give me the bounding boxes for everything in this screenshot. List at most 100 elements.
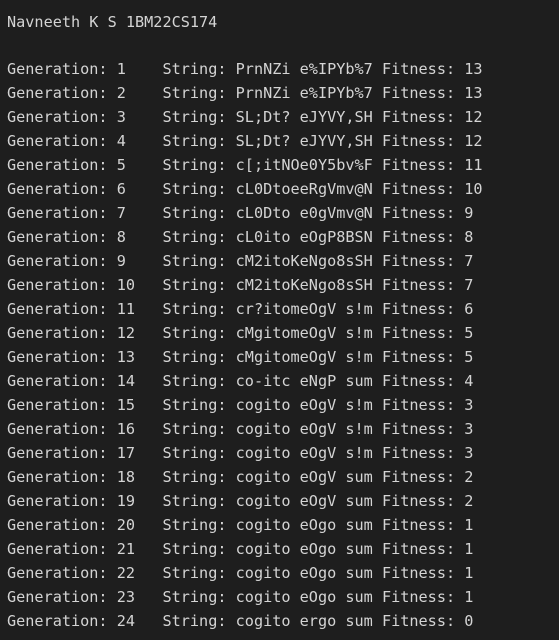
generation-value: 18: [116, 468, 154, 486]
separator: [108, 564, 117, 582]
fitness-value: 2: [464, 468, 474, 486]
fitness-label: Fitness:: [381, 516, 456, 534]
generation-label: Generation:: [7, 612, 108, 630]
separator: [108, 228, 117, 246]
separator: [373, 60, 382, 78]
separator: [373, 516, 382, 534]
fitness-label: Fitness:: [381, 84, 456, 102]
string-value: cogito eOgV sum: [235, 468, 373, 486]
separator: [373, 132, 382, 150]
separator: [455, 588, 464, 606]
string-value: cogito eOgo sum: [235, 564, 373, 582]
fitness-label: Fitness:: [381, 396, 456, 414]
generation-value: 13: [116, 348, 154, 366]
string-label: String:: [162, 540, 227, 558]
string-label: String:: [162, 372, 227, 390]
generation-label: Generation:: [7, 420, 108, 438]
separator: [108, 300, 117, 318]
fitness-label: Fitness:: [381, 108, 456, 126]
log-line: Generation: 19 String: cogito eOgV sum F…: [7, 489, 559, 513]
generation-value: 14: [116, 372, 154, 390]
string-value: cM2itoKeNgo8sSH: [235, 252, 373, 270]
fitness-value: 1: [464, 516, 474, 534]
separator: [455, 540, 464, 558]
string-label: String:: [162, 108, 227, 126]
string-value: cogito eOgV sum: [235, 492, 373, 510]
generation-value: 3: [116, 108, 154, 126]
log-line: Generation: 2 String: PrnNZi e%IPYb%7 Fi…: [7, 81, 559, 105]
separator: [455, 252, 464, 270]
separator: [227, 84, 236, 102]
console-header: Navneeth K S 1BM22CS174: [7, 13, 218, 31]
log-line: Generation: 21 String: cogito eOgo sum F…: [7, 537, 559, 561]
string-label: String:: [162, 132, 227, 150]
fitness-value: 7: [464, 276, 474, 294]
separator: [373, 468, 382, 486]
fitness-label: Fitness:: [381, 300, 456, 318]
separator: [227, 156, 236, 174]
fitness-value: 0: [464, 612, 474, 630]
string-value: cogito ergo sum: [235, 612, 373, 630]
generation-label: Generation:: [7, 516, 108, 534]
separator: [455, 324, 464, 342]
separator: [227, 252, 236, 270]
generation-label: Generation:: [7, 180, 108, 198]
separator: [373, 276, 382, 294]
string-label: String:: [162, 444, 227, 462]
generation-label: Generation:: [7, 300, 108, 318]
fitness-value: 3: [464, 396, 474, 414]
separator: [373, 108, 382, 126]
separator: [108, 588, 117, 606]
separator: [455, 180, 464, 198]
separator: [108, 396, 117, 414]
fitness-label: Fitness:: [381, 444, 456, 462]
separator: [108, 444, 117, 462]
separator: [373, 612, 382, 630]
generation-label: Generation:: [7, 156, 108, 174]
generation-value: 12: [116, 324, 154, 342]
generation-label: Generation:: [7, 60, 108, 78]
separator: [108, 348, 117, 366]
string-value: cL0ito eOgP8BSN: [235, 228, 373, 246]
separator: [108, 492, 117, 510]
string-label: String:: [162, 348, 227, 366]
string-value: cogito eOgV s!m: [235, 396, 373, 414]
separator: [373, 204, 382, 222]
string-label: String:: [162, 276, 227, 294]
console-output: Navneeth K S 1BM22CS174 Generation: 1 St…: [0, 0, 559, 640]
fitness-value: 11: [464, 156, 483, 174]
log-line: Generation: 6 String: cL0DtoeeRgVmv@N Fi…: [7, 177, 559, 201]
fitness-value: 6: [464, 300, 474, 318]
generation-value: 24: [116, 612, 154, 630]
separator: [373, 492, 382, 510]
fitness-value: 12: [464, 132, 483, 150]
string-label: String:: [162, 564, 227, 582]
string-value: c[;itNOe0Y5bv%F: [235, 156, 373, 174]
string-value: cL0Dto e0gVmv@N: [235, 204, 373, 222]
generation-value: 2: [116, 84, 154, 102]
string-label: String:: [162, 252, 227, 270]
fitness-label: Fitness:: [381, 372, 456, 390]
generation-value: 16: [116, 420, 154, 438]
fitness-label: Fitness:: [381, 468, 456, 486]
fitness-value: 7: [464, 252, 474, 270]
string-label: String:: [162, 204, 227, 222]
fitness-label: Fitness:: [381, 540, 456, 558]
string-value: cogito eOgo sum: [235, 588, 373, 606]
log-line: Generation: 7 String: cL0Dto e0gVmv@N Fi…: [7, 201, 559, 225]
fitness-label: Fitness:: [381, 180, 456, 198]
fitness-value: 4: [464, 372, 474, 390]
generation-value: 22: [116, 564, 154, 582]
separator: [455, 612, 464, 630]
generation-value: 15: [116, 396, 154, 414]
generation-label: Generation:: [7, 324, 108, 342]
generation-value: 11: [116, 300, 154, 318]
separator: [373, 588, 382, 606]
generation-value: 1: [116, 60, 154, 78]
separator: [227, 60, 236, 78]
separator: [227, 276, 236, 294]
generation-label: Generation:: [7, 468, 108, 486]
generation-value: 7: [116, 204, 154, 222]
separator: [227, 564, 236, 582]
string-label: String:: [162, 324, 227, 342]
